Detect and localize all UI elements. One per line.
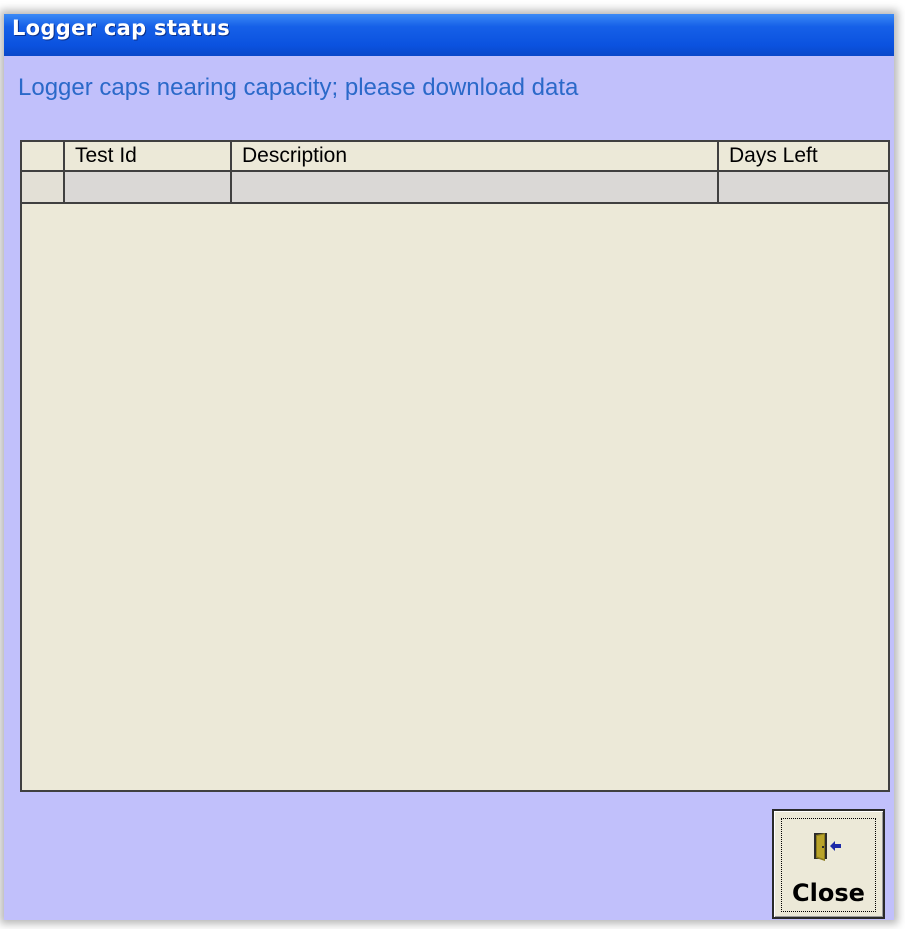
window-title: Logger cap status	[12, 16, 231, 40]
row-selector-header[interactable]	[22, 142, 65, 172]
logger-cap-status-window: Logger cap status Logger caps nearing ca…	[4, 14, 894, 920]
column-header-test-id[interactable]: Test Id	[64, 142, 232, 172]
column-header-description[interactable]: Description	[231, 142, 719, 172]
close-button-label: Close	[792, 879, 865, 907]
column-header-days-left[interactable]: Days Left	[718, 142, 888, 172]
logger-caps-table: Test Id Description Days Left	[22, 142, 888, 204]
cell-description[interactable]	[231, 171, 719, 204]
row-selector[interactable]	[22, 171, 65, 204]
cell-test-id[interactable]	[64, 171, 232, 204]
capacity-warning-message: Logger caps nearing capacity; please dow…	[18, 74, 579, 101]
title-bar[interactable]: Logger cap status	[4, 14, 894, 56]
close-button[interactable]: Close	[772, 809, 885, 919]
table-row[interactable]	[22, 171, 888, 204]
cell-days-left[interactable]	[718, 171, 888, 204]
grid-header-row: Test Id Description Days Left	[22, 142, 888, 172]
logger-caps-grid[interactable]: Test Id Description Days Left	[20, 140, 890, 792]
exit-door-icon	[813, 831, 843, 863]
